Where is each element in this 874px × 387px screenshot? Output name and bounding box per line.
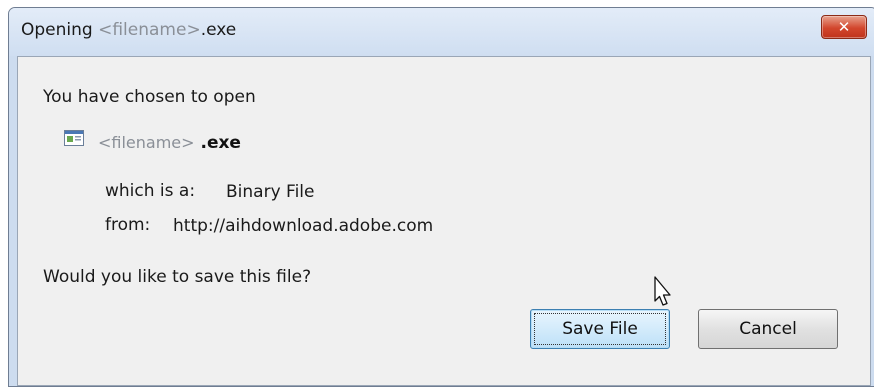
file-type-value: Binary File — [226, 182, 315, 202]
executable-file-icon — [64, 130, 84, 146]
focus-ring — [534, 313, 666, 345]
dialog-body: You have chosen to open <filename> .exe … — [17, 56, 871, 386]
file-extension: .exe — [194, 133, 241, 153]
from-label: from: — [105, 215, 151, 235]
cancel-button[interactable]: Cancel — [698, 309, 838, 349]
source-url-value: http://aihdownload.adobe.com — [173, 216, 434, 236]
save-question-text: Would you like to save this file? — [43, 267, 312, 287]
title-prefix: Opening — [21, 20, 99, 40]
title-filename: <filename> — [98, 20, 201, 40]
dialog-title: Opening <filename>.exe — [21, 20, 236, 40]
title-bar[interactable]: Opening <filename>.exe ✕ — [9, 8, 874, 56]
close-icon: ✕ — [837, 18, 851, 36]
file-name-placeholder: <filename> — [98, 133, 195, 152]
title-extension: .exe — [200, 20, 237, 40]
mouse-pointer-icon — [654, 276, 671, 306]
close-button[interactable]: ✕ — [821, 15, 867, 39]
heading-text: You have chosen to open — [43, 87, 256, 107]
cancel-label: Cancel — [739, 319, 797, 339]
open-file-dialog: Opening <filename>.exe ✕ You have chosen… — [8, 7, 874, 387]
save-file-button[interactable]: Save File — [530, 309, 670, 349]
which-is-label: which is a: — [105, 181, 196, 201]
file-name: <filename> .exe — [98, 133, 241, 153]
